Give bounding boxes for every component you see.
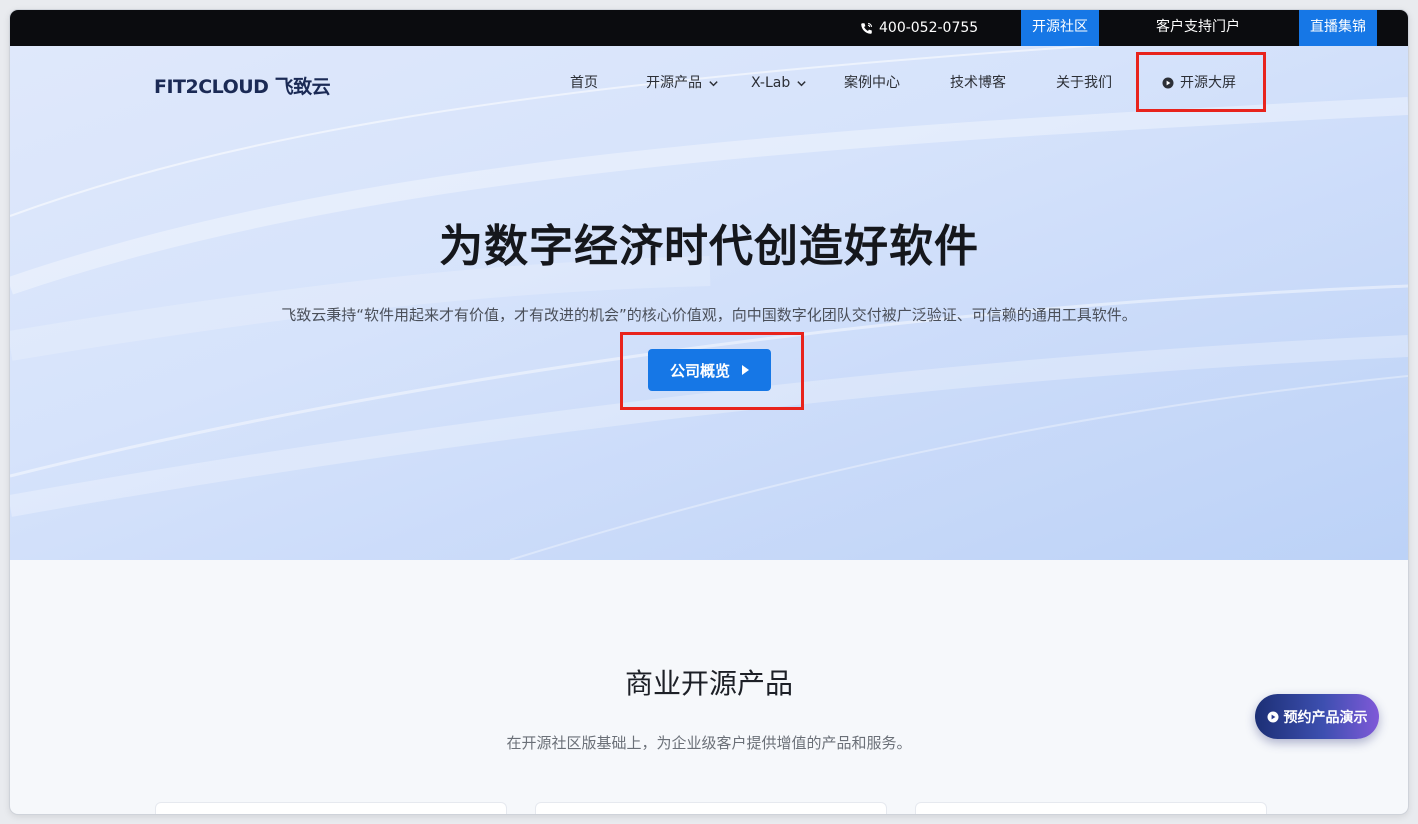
nav-item-case-center[interactable]: 案例中心 <box>844 72 900 94</box>
nav-item-about-us[interactable]: 关于我们 <box>1056 72 1112 94</box>
chevron-down-icon <box>709 80 718 86</box>
book-product-demo-button[interactable]: 预约产品演示 <box>1255 694 1379 739</box>
open-source-community-button[interactable]: 开源社区 <box>1021 10 1099 46</box>
phone-number: 400-052-0755 <box>879 20 979 36</box>
product-card[interactable] <box>535 802 887 814</box>
product-card[interactable] <box>155 802 507 814</box>
top-utility-bar: 400-052-0755 开源社区 客户支持门户 直播集锦 <box>10 10 1408 46</box>
browser-viewport: 400-052-0755 开源社区 客户支持门户 直播集锦 FIT2CLOUD … <box>10 10 1408 814</box>
nav-item-label: 开源产品 <box>646 75 702 91</box>
nav-item-label: 案例中心 <box>844 75 900 91</box>
nav-item-home[interactable]: 首页 <box>570 72 598 94</box>
nav-item-x-lab[interactable]: X-Lab <box>751 72 807 94</box>
highlight-box-open-source-screen <box>1136 52 1266 112</box>
chevron-down-icon <box>797 80 806 86</box>
customer-support-portal-link[interactable]: 客户支持门户 <box>1128 10 1268 46</box>
hero-wave-decoration <box>10 46 1408 560</box>
nav-item-label: 技术博客 <box>950 75 1006 91</box>
hero-subtitle: 飞致云秉持“软件用起来才有价值，才有改进的机会”的核心价值观，向中国数字化团队交… <box>281 306 1137 324</box>
products-section-subtitle: 在开源社区版基础上，为企业级客户提供增值的产品和服务。 <box>506 734 912 752</box>
demo-label: 预约产品演示 <box>1283 709 1368 726</box>
products-section-title: 商业开源产品 <box>624 667 793 700</box>
nav-item-label: 首页 <box>570 75 598 91</box>
hero-section: FIT2CLOUD 飞致云 首页 开源产品 X-Lab 案例中心 技术博客 关于… <box>10 46 1408 560</box>
phone-contact[interactable]: 400-052-0755 <box>860 10 978 46</box>
nav-item-open-source-products[interactable]: 开源产品 <box>646 72 719 94</box>
nav-item-label: X-Lab <box>751 75 791 91</box>
live-highlights-button[interactable]: 直播集锦 <box>1299 10 1377 46</box>
hero-title: 为数字经济时代创造好软件 <box>439 221 979 272</box>
fit2cloud-logo[interactable]: FIT2CLOUD 飞致云 <box>154 72 331 99</box>
phone-icon <box>861 22 873 34</box>
nav-item-tech-blog[interactable]: 技术博客 <box>950 72 1006 94</box>
highlight-box-company-overview <box>620 332 804 410</box>
nav-item-label: 关于我们 <box>1056 75 1112 91</box>
product-card[interactable] <box>915 802 1267 814</box>
play-circle-icon <box>1267 711 1278 722</box>
